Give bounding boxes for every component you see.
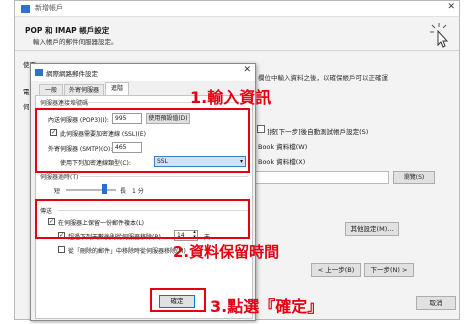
auto-test-label: ]按[下一步]後自動測試帳戶設定(S) <box>267 128 369 136</box>
highlight-ok-button <box>150 288 206 312</box>
tab-advanced[interactable]: 進階 <box>105 82 129 96</box>
test-hint-text: 欄位中輸入資料之後，以確保帳戶可以正確運 <box>258 74 388 82</box>
annotation-step2: 2.資料保留時間 <box>173 243 280 261</box>
window-title: 新增帳戶 <box>35 4 63 12</box>
timeout-slider-track <box>66 189 116 191</box>
app-icon <box>21 5 30 13</box>
remove-deleted-checkbox[interactable] <box>58 246 65 253</box>
left-label: 伺 <box>23 103 30 111</box>
page-subheading: 輸入帳戶的郵件伺服器設定。 <box>33 38 118 46</box>
more-settings-button[interactable]: 其他設定(M)... <box>345 222 399 236</box>
browse-button[interactable]: 瀏覽(S) <box>393 171 435 184</box>
mail-icon <box>35 69 43 76</box>
timeout-short-label: 短 <box>54 188 61 195</box>
server-timeout-group-label: 伺服器逾時(T) <box>40 174 79 181</box>
dialog-title: 網際網路郵件設定 <box>46 70 98 78</box>
server-ports-group-label: 伺服器連接埠號碼 <box>40 100 89 107</box>
add-account-titlebar: 新增帳戶 ✕ <box>15 1 459 17</box>
data-file-option[interactable]: Book 資料檔(X) <box>258 156 305 166</box>
data-file-path-field[interactable] <box>255 171 389 184</box>
annotation-step3: 3.點選『確定』 <box>210 297 324 316</box>
close-icon[interactable]: ✕ <box>447 2 455 12</box>
divider <box>15 50 459 51</box>
pointer-cursor-icon <box>430 23 449 48</box>
remove-deleted-label: 從「刪除的郵件」中移除時從伺服器移除(M) <box>68 248 186 255</box>
timeout-slider-thumb[interactable] <box>102 184 107 194</box>
dialog-titlebar: 網際網路郵件設定 ✕ <box>31 64 255 81</box>
left-label: 電 <box>23 88 30 96</box>
cancel-button[interactable]: 取消 <box>416 296 456 310</box>
next-button[interactable]: 下一步(N) > <box>364 263 414 277</box>
data-file-option[interactable]: Book 資料檔(W) <box>258 141 307 151</box>
close-icon[interactable]: ✕ <box>243 65 251 75</box>
back-button[interactable]: < 上一步(B) <box>311 263 361 277</box>
group-divider <box>80 176 248 177</box>
highlight-server-ports <box>35 108 250 173</box>
annotation-step1: 1.輸入資訊 <box>190 88 272 107</box>
page-heading: POP 和 IMAP 帳戶設定 <box>25 26 110 35</box>
timeout-value: 1 分 <box>132 188 144 195</box>
highlight-delivery <box>35 199 250 239</box>
auto-test-checkbox[interactable] <box>257 125 265 133</box>
timeout-long-label: 長 <box>120 188 127 195</box>
